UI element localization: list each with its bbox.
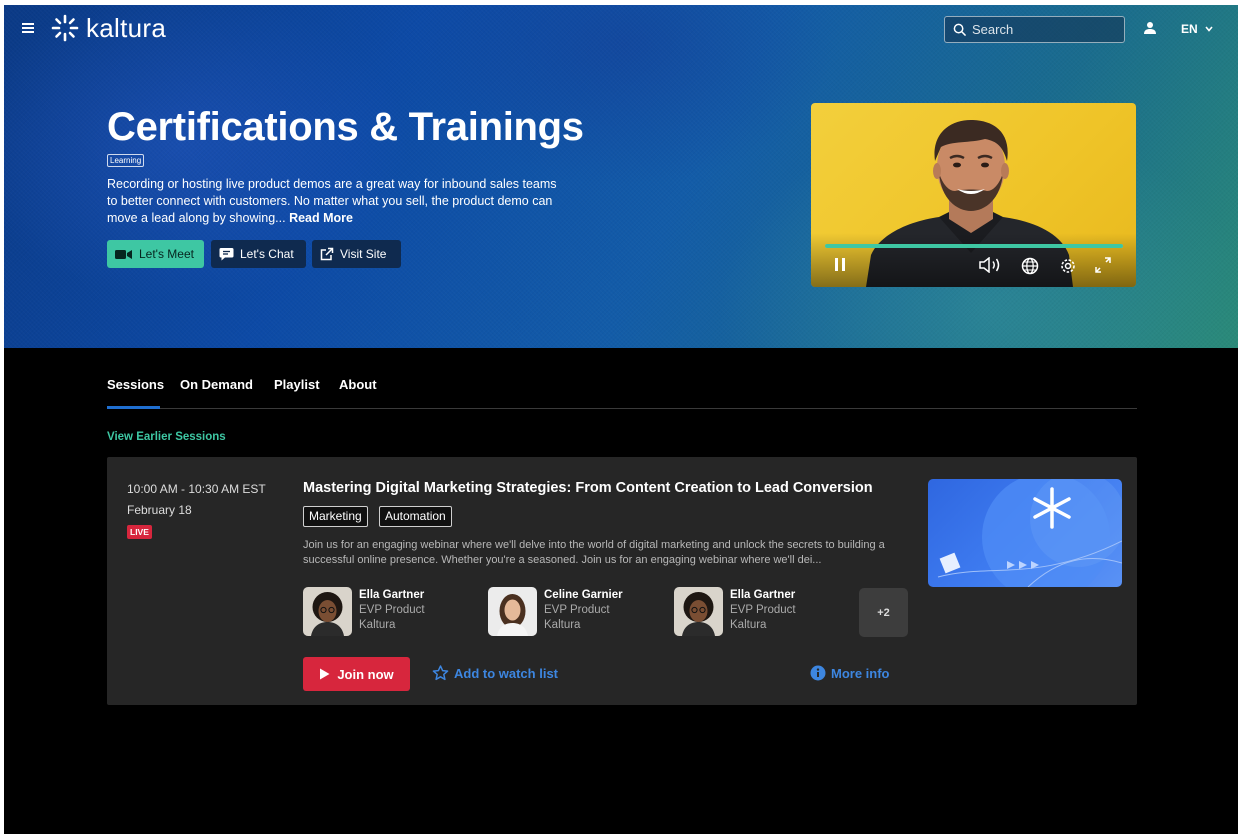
page-title: Certifications & Trainings <box>107 105 584 149</box>
tab-sessions[interactable]: Sessions <box>107 377 164 392</box>
user-account-icon[interactable] <box>1143 21 1157 40</box>
read-more-link[interactable]: Read More <box>289 211 353 225</box>
category-tag: Learning <box>107 154 145 167</box>
lets-chat-button[interactable]: Let's Chat <box>211 240 306 268</box>
logo-text: kaltura <box>86 12 167 43</box>
session-time: 10:00 AM - 10:30 AM EST <box>127 482 266 496</box>
tab-on-demand[interactable]: On Demand <box>180 377 253 392</box>
speaker-card[interactable]: Ella Gartner EVP Product Kaltura <box>674 587 844 637</box>
speaker-name: Celine Garnier <box>544 589 623 601</box>
more-speakers-button[interactable]: +2 <box>859 588 908 637</box>
visit-site-button[interactable]: Visit Site <box>312 240 401 268</box>
add-to-watch-list-button[interactable]: Add to watch list <box>432 665 558 681</box>
info-icon <box>810 665 826 681</box>
more-info-button[interactable]: More info <box>810 665 890 681</box>
join-now-label: Join now <box>337 666 394 682</box>
more-info-label: More info <box>831 665 890 681</box>
speaker-organization: Kaltura <box>544 619 581 631</box>
video-progress-fill <box>825 244 1123 248</box>
pause-icon[interactable] <box>833 257 847 277</box>
session-thumbnail[interactable] <box>928 479 1122 587</box>
speaker-organization: Kaltura <box>359 619 396 631</box>
content-tabs: Sessions On Demand Playlist About <box>107 375 1137 409</box>
presenter-video-frame <box>811 119 1136 287</box>
volume-icon[interactable] <box>979 256 1003 278</box>
hamburger-menu-icon[interactable] <box>22 23 34 33</box>
chevron-down-icon <box>1205 26 1213 32</box>
language-globe-icon[interactable] <box>1021 257 1039 280</box>
language-selector[interactable]: EN <box>1181 22 1213 36</box>
session-title[interactable]: Mastering Digital Marketing Strategies: … <box>303 480 873 496</box>
speaker-avatar <box>674 587 723 636</box>
star-icon <box>432 665 449 681</box>
speaker-role: EVP Product <box>730 604 796 616</box>
add-to-watch-list-label: Add to watch list <box>454 665 558 681</box>
lets-meet-label: Let's Meet <box>139 247 194 261</box>
live-badge: LIVE <box>127 525 152 539</box>
hero-description: Recording or hosting live product demos … <box>107 176 557 227</box>
external-link-icon <box>320 247 334 261</box>
search-box[interactable] <box>944 16 1125 43</box>
speaker-avatar <box>303 587 352 636</box>
video-camera-icon <box>115 249 132 259</box>
join-now-button[interactable]: Join now <box>303 657 410 691</box>
session-card: 10:00 AM - 10:30 AM EST February 18 LIVE… <box>107 457 1137 705</box>
video-player[interactable] <box>811 103 1136 287</box>
tab-about[interactable]: About <box>339 377 377 392</box>
session-tag-marketing[interactable]: Marketing <box>303 506 368 527</box>
video-progress-bar[interactable] <box>825 244 1123 248</box>
speaker-card[interactable]: Celine Garnier EVP Product Kaltura <box>488 587 658 637</box>
session-date: February 18 <box>127 503 192 517</box>
tab-playlist[interactable]: Playlist <box>274 377 320 392</box>
lets-chat-label: Let's Chat <box>240 247 294 261</box>
speaker-role: EVP Product <box>544 604 610 616</box>
speaker-organization: Kaltura <box>730 619 767 631</box>
active-tab-indicator <box>107 406 160 409</box>
chat-bubble-icon <box>219 248 234 261</box>
language-label: EN <box>1181 22 1198 36</box>
search-input[interactable] <box>972 22 1112 37</box>
session-tag-automation[interactable]: Automation <box>379 506 452 527</box>
search-icon <box>953 23 966 36</box>
session-description: Join us for an engaging webinar where we… <box>303 539 885 566</box>
settings-gear-icon[interactable] <box>1059 257 1077 280</box>
speaker-card[interactable]: Ella Gartner EVP Product Kaltura <box>303 587 473 637</box>
session-thumbnail-graphic <box>937 479 1122 587</box>
lets-meet-button[interactable]: Let's Meet <box>107 240 204 268</box>
speaker-name: Ella Gartner <box>359 589 425 601</box>
kaltura-logo[interactable]: kaltura <box>50 12 166 44</box>
kaltura-logo-icon <box>51 14 79 42</box>
speaker-role: EVP Product <box>359 604 425 616</box>
top-navigation: kaltura EN <box>4 5 1238 53</box>
speaker-avatar <box>488 587 537 636</box>
play-icon <box>320 668 330 680</box>
speaker-name: Ella Gartner <box>730 589 796 601</box>
page-frame: kaltura EN Ce <box>4 5 1238 834</box>
hero-banner: kaltura EN Ce <box>4 5 1238 348</box>
visit-site-label: Visit Site <box>340 247 387 261</box>
view-earlier-sessions-link[interactable]: View Earlier Sessions <box>107 431 226 443</box>
fullscreen-icon[interactable] <box>1095 257 1111 278</box>
